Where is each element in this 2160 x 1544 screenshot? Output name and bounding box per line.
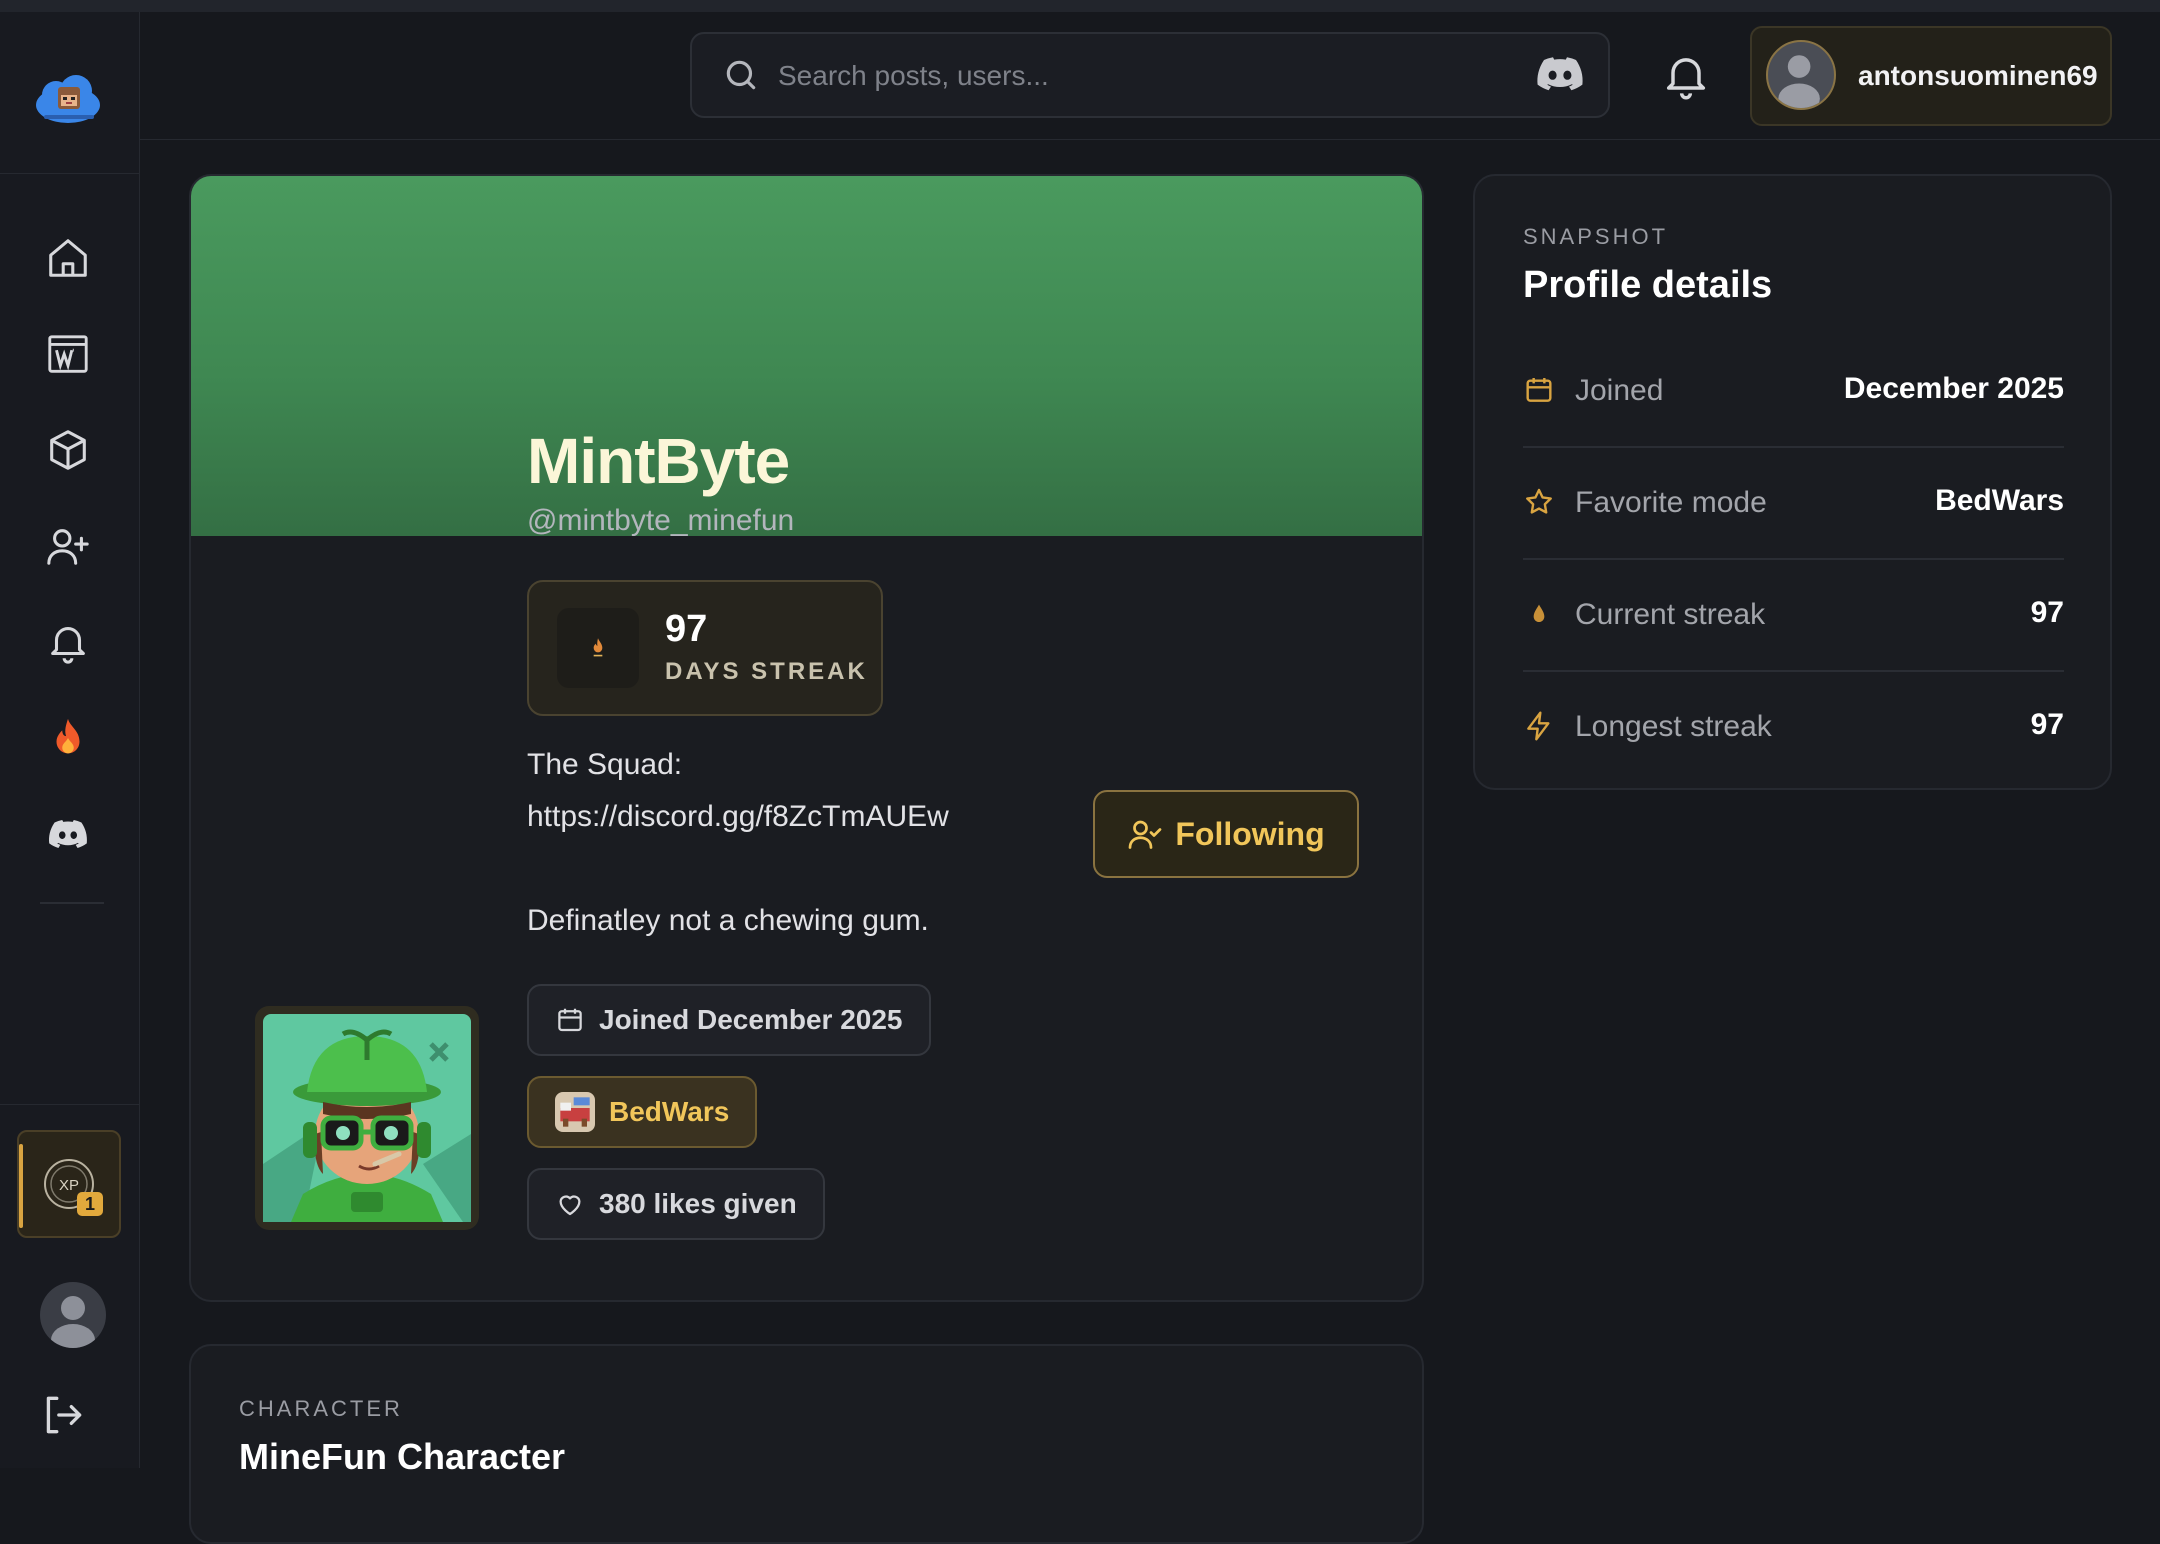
sidebar-divider <box>0 1104 139 1105</box>
calendar-icon <box>1526 378 1552 402</box>
details-row-label: Joined <box>1575 374 1664 407</box>
sidebar-divider <box>0 173 139 174</box>
profile-avatar <box>255 1006 479 1230</box>
details-row-longest-streak: Longest streak 97 <box>1523 672 2064 784</box>
sidebar-item-wiki[interactable] <box>40 326 96 382</box>
wiki-icon <box>48 335 88 373</box>
star-icon <box>1526 488 1552 514</box>
details-row-value: December 2025 <box>1843 372 2064 405</box>
logout-icon <box>46 1396 82 1434</box>
bell-icon <box>51 627 85 664</box>
following-label: Following <box>1175 815 1325 852</box>
discord-icon <box>49 820 87 848</box>
sidebar-item-discord[interactable] <box>40 806 96 862</box>
profile-name: MintByte <box>527 425 790 497</box>
profile-details-card: SNAPSHOT Profile details Joined December… <box>1473 174 2112 790</box>
avatar <box>1766 40 1836 110</box>
details-row-favorite-mode: Favorite mode BedWars <box>1523 448 2064 560</box>
details-eyebrow: SNAPSHOT <box>1523 224 1669 249</box>
profile-card: MintByte @mintbyte_minefun 97 DAYS STREA… <box>189 174 1424 1302</box>
details-row-value: 97 <box>2030 708 2064 741</box>
sidebar-item-add-friend[interactable] <box>40 518 96 574</box>
likes-pill-label: 380 likes given <box>599 1188 797 1219</box>
cube-icon <box>50 430 86 470</box>
details-row-label: Favorite mode <box>1575 486 1767 519</box>
bell-icon <box>1666 58 1706 100</box>
following-button[interactable]: Following <box>1093 790 1359 878</box>
sidebar-item-home[interactable] <box>40 230 96 286</box>
streak-flame-icon <box>557 608 639 688</box>
username-label: antonsuominen69 <box>1858 60 2098 91</box>
user-menu[interactable]: antonsuominen69 <box>1750 26 2112 126</box>
profile-banner <box>191 176 1422 536</box>
details-row-label: Longest streak <box>1575 710 1772 743</box>
search-bar <box>690 32 1610 118</box>
profile-handle: @mintbyte_minefun <box>527 504 795 537</box>
top-strip <box>0 0 2160 12</box>
svg-text:XP: XP <box>59 1177 79 1194</box>
joined-pill: Joined December 2025 <box>527 984 931 1056</box>
header-divider <box>139 139 2160 140</box>
details-row-value: 97 <box>2030 596 2064 629</box>
sidebar: XP 1 <box>0 12 140 1468</box>
calendar-icon <box>558 1008 582 1032</box>
search-input[interactable] <box>776 50 1480 102</box>
bolt-icon <box>1527 711 1550 741</box>
bedwars-icon <box>555 1092 595 1132</box>
favorite-mode-label: BedWars <box>609 1096 730 1127</box>
bio-link[interactable]: https://discord.gg/f8ZcTmAUEw <box>527 800 949 834</box>
drop-icon <box>1533 604 1545 622</box>
xp-level-button[interactable]: XP 1 <box>17 1130 121 1238</box>
details-row-joined: Joined December 2025 <box>1523 336 2064 448</box>
favorite-mode-pill[interactable]: BedWars <box>527 1076 758 1148</box>
details-title: Profile details <box>1523 264 1773 306</box>
sidebar-divider <box>40 902 104 904</box>
app-logo-icon[interactable] <box>30 67 106 127</box>
character-eyebrow: CHARACTER <box>239 1396 403 1421</box>
details-row-current-streak: Current streak 97 <box>1523 560 2064 672</box>
bio-text: Definatley not a chewing gum. <box>527 904 929 937</box>
search-icon <box>726 60 756 90</box>
details-row-value: BedWars <box>1935 484 2064 517</box>
likes-pill: 380 likes given <box>527 1168 825 1240</box>
bio-text: The Squad: <box>527 748 683 781</box>
discord-icon[interactable] <box>1536 56 1584 96</box>
streak-count: 97 <box>665 608 708 650</box>
flame-icon <box>56 718 80 754</box>
heart-icon <box>559 1195 581 1216</box>
sidebar-item-notifications[interactable] <box>40 614 96 670</box>
joined-pill-label: Joined December 2025 <box>599 1004 903 1035</box>
character-card: CHARACTER MineFun Character <box>189 1344 1424 1544</box>
xp-level-badge: 1 <box>77 1192 103 1216</box>
details-row-label: Current streak <box>1575 598 1766 631</box>
streak-label: DAYS STREAK <box>665 658 868 685</box>
sidebar-item-cube[interactable] <box>40 422 96 478</box>
user-plus-icon <box>47 529 89 565</box>
sidebar-logout[interactable] <box>38 1390 88 1440</box>
sidebar-user-avatar[interactable] <box>40 1282 106 1348</box>
character-title: MineFun Character <box>239 1436 566 1477</box>
home-icon <box>49 239 87 277</box>
notifications-button[interactable] <box>1660 48 1712 102</box>
sidebar-item-trending[interactable] <box>40 710 96 766</box>
user-check-icon <box>1128 820 1162 849</box>
streak-badge: 97 DAYS STREAK <box>527 580 883 716</box>
